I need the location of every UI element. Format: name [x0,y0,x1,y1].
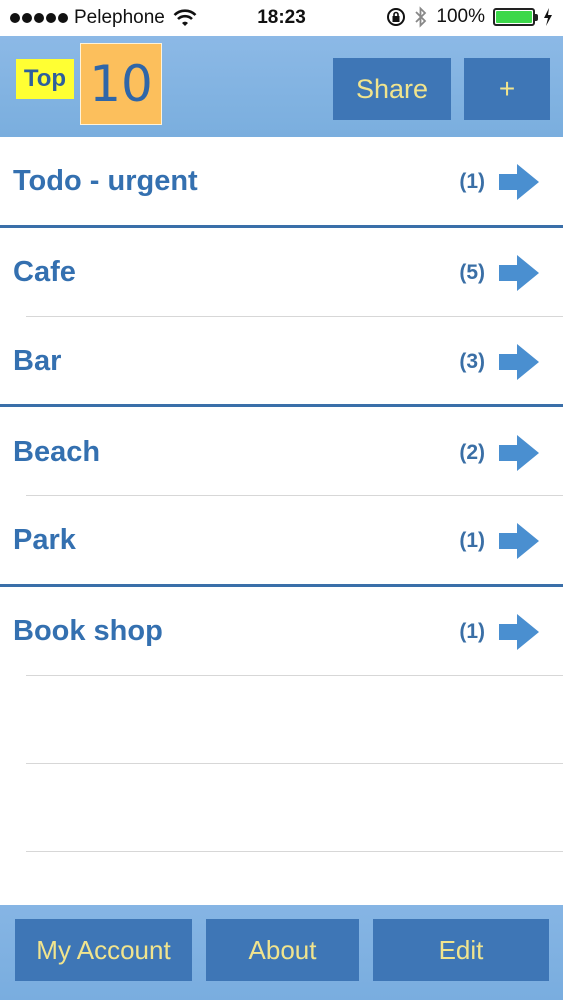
list-item-count: (5) [459,260,485,284]
bluetooth-icon [415,6,427,28]
list-item-name: Cafe [13,256,76,288]
list-item-count: (2) [459,440,485,464]
about-button[interactable]: About [206,919,359,981]
list-item[interactable]: Park (1) [0,496,563,585]
rotation-lock-icon [387,8,406,26]
arrow-right-icon[interactable] [497,521,541,561]
arrow-right-icon[interactable] [497,342,541,382]
list-item-name: Book shop [13,615,163,647]
list-item[interactable]: Book shop (1) [0,587,563,676]
battery-percent: 100% [436,6,485,27]
list-item[interactable]: Beach (2) [0,408,563,497]
list-view: Todo - urgent (1) Cafe (5) Bar (3) Beach… [0,137,563,905]
list-item-name: Beach [13,436,101,468]
list-item[interactable]: Todo - urgent (1) [0,137,563,226]
list-item-name: Todo - urgent [13,165,198,197]
logo-ten: 10 [80,43,162,125]
arrow-right-icon[interactable] [497,162,541,202]
share-button[interactable]: Share [333,58,451,120]
charging-bolt-icon [544,8,552,26]
battery-icon [493,8,538,26]
status-bar: Pelephone 18:23 100% [0,0,563,36]
edit-button[interactable]: Edit [373,919,549,981]
add-button[interactable]: + [464,58,550,120]
my-account-button[interactable]: My Account [15,919,192,981]
row-divider [26,763,563,764]
row-divider [26,675,563,676]
logo-top: Top [16,59,74,99]
status-right: 100% [386,6,553,28]
arrow-right-icon[interactable] [497,433,541,473]
battery-level [496,11,532,23]
row-divider [26,851,563,852]
arrow-right-icon[interactable] [497,253,541,293]
list-item-count: (1) [459,528,485,552]
list-item-name: Bar [13,345,62,377]
bottom-toolbar: My Account About Edit [0,905,563,1000]
list-item[interactable]: Cafe (5) [0,228,563,317]
list-item-count: (3) [459,349,485,373]
list-item-name: Park [13,524,76,556]
list-item[interactable]: Bar (3) [0,317,563,406]
arrow-right-icon[interactable] [497,612,541,652]
list-item-count: (1) [459,169,485,193]
group-divider [0,404,563,407]
list-item-count: (1) [459,619,485,643]
header-bar: Top 10 Share + [0,36,563,137]
